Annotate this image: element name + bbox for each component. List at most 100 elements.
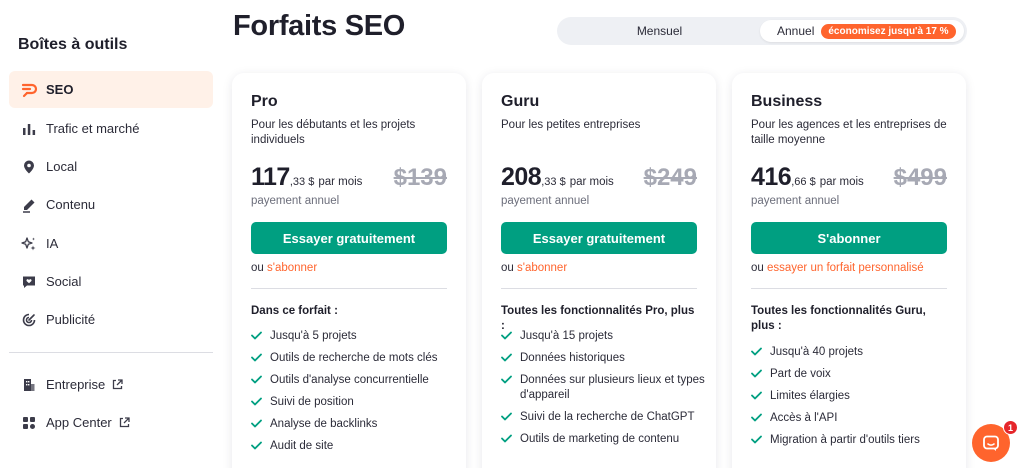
feature-text: Analyse de backlinks <box>270 418 378 430</box>
sidebar: Boîtes à outils SEO Trafic et marché Loc… <box>0 0 222 468</box>
feature-item: Jusqu'à 5 projets <box>251 329 456 344</box>
feature-text: Outils d'analyse concurrentielle <box>270 374 429 386</box>
sparkles-icon <box>20 235 38 253</box>
sidebar-divider <box>9 352 213 353</box>
check-icon <box>751 389 763 404</box>
card-divider <box>251 288 447 289</box>
feature-list: Jusqu'à 40 projets Part de voix Limites él… <box>751 345 956 455</box>
feature-text: Données historiques <box>520 352 625 364</box>
sidebar-item-local[interactable]: Local <box>9 148 213 185</box>
feature-item: Suivi de la recherche de ChatGPT <box>501 410 706 425</box>
card-divider <box>501 288 697 289</box>
feature-item: Part de voix <box>751 367 956 382</box>
price-old: $249 <box>643 164 697 191</box>
external-link-icon <box>119 417 130 428</box>
feature-item: Accès à l'API <box>751 411 956 426</box>
seo-logo-icon <box>20 81 38 99</box>
feature-text: Audit de site <box>270 440 334 452</box>
alt-action: ou s'abonner <box>251 262 317 274</box>
sidebar-item-label: Entreprise <box>46 377 106 392</box>
feature-list: Jusqu'à 15 projets Données historiques Don… <box>501 329 706 454</box>
feature-text: Limites élargies <box>770 390 850 402</box>
feature-text: Outils de recherche de mots clés <box>270 352 438 364</box>
try-free-button[interactable]: Essayer gratuitement <box>251 222 447 254</box>
feature-text: Outils de marketing de contenu <box>520 433 680 445</box>
price-main: 117 <box>251 163 290 191</box>
feature-item: Outils d'analyse concurrentielle <box>251 373 456 388</box>
alt-action: ou essayer un forfait personnalisé <box>751 262 924 274</box>
price-row: 117 ,33 $ par mois $139 <box>251 163 447 193</box>
check-icon <box>751 367 763 382</box>
billing-note: payement annuel <box>751 195 840 207</box>
price-cents: ,33 $ <box>541 176 566 188</box>
alt-prefix: ou <box>251 262 264 274</box>
chat-bubble-icon <box>982 434 1000 452</box>
sidebar-title: Boîtes à outils <box>18 36 128 53</box>
notification-badge: 1 <box>1003 420 1018 435</box>
sidebar-item-label: Social <box>46 274 82 289</box>
custom-plan-link[interactable]: essayer un forfait personnalisé <box>767 262 924 274</box>
sidebar-item-ads[interactable]: Publicité <box>9 301 213 338</box>
feature-text: Jusqu'à 40 projets <box>770 346 863 358</box>
sidebar-item-content[interactable]: Contenu <box>9 186 213 223</box>
sidebar-item-traffic[interactable]: Trafic et marché <box>9 110 213 147</box>
sidebar-item-enterprise[interactable]: Entreprise <box>9 366 213 403</box>
price-cents: ,33 $ <box>289 176 315 188</box>
features-title: Toutes les fonctionnalités Guru, plus : <box>751 305 926 332</box>
sidebar-item-label: Contenu <box>46 197 96 212</box>
sidebar-item-social[interactable]: Social <box>9 263 213 300</box>
price-row: 208 ,33 $ par mois $249 <box>501 163 697 193</box>
check-icon <box>501 329 513 344</box>
price-old: $499 <box>893 164 947 191</box>
plan-card-business: Business Pour les agences et les entrepr… <box>732 73 966 468</box>
check-icon <box>251 329 263 344</box>
price-period: par mois <box>819 176 864 188</box>
try-free-button[interactable]: Essayer gratuitement <box>501 222 697 254</box>
check-icon <box>251 373 263 388</box>
check-icon <box>501 432 513 447</box>
price-cents: ,66 $ <box>791 176 816 188</box>
card-divider <box>751 288 947 289</box>
alt-prefix: ou <box>501 262 514 274</box>
sidebar-item-seo[interactable]: SEO <box>9 71 213 108</box>
feature-text: Jusqu'à 15 projets <box>520 330 613 342</box>
grid-icon <box>20 414 38 432</box>
feature-item: Outils de marketing de contenu <box>501 432 706 447</box>
billing-option-annual-label: Annuel <box>777 24 815 38</box>
sidebar-item-label: SEO <box>46 82 74 97</box>
map-pin-icon <box>20 158 38 176</box>
pen-icon <box>20 196 38 214</box>
subscribe-button[interactable]: S'abonner <box>751 222 947 254</box>
billing-option-annual[interactable]: Annuel économisez jusqu'à 17 % <box>760 20 964 42</box>
billing-toggle: Mensuel Annuel économisez jusqu'à 17 % <box>557 17 967 45</box>
building-icon <box>20 376 38 394</box>
feature-text: Données sur plusieurs lieux et types d'a… <box>520 374 705 401</box>
chat-heart-icon <box>20 273 38 291</box>
page-title: Forfaits SEO <box>233 10 406 42</box>
sidebar-item-label: App Center <box>46 415 112 430</box>
sidebar-item-label: Publicité <box>46 312 96 327</box>
feature-item: Analyse de backlinks <box>251 417 456 432</box>
check-icon <box>751 411 763 426</box>
feature-text: Accès à l'API <box>770 412 838 424</box>
sidebar-item-app-center[interactable]: App Center <box>9 404 213 441</box>
feature-item: Audit de site <box>251 439 456 454</box>
sidebar-item-ia[interactable]: IA <box>9 225 213 262</box>
feature-text: Suivi de position <box>270 396 354 408</box>
price-main: 416 <box>751 163 792 191</box>
plan-card-pro: Pro Pour les débutants et les projets in… <box>232 73 466 468</box>
price-row: 416 ,66 $ par mois $499 <box>751 163 947 193</box>
plan-description: Pour les petites entreprises <box>501 119 641 131</box>
subscribe-link[interactable]: s'abonner <box>517 262 567 274</box>
price-period: par mois <box>318 176 363 188</box>
plan-name: Guru <box>501 93 540 110</box>
subscribe-link[interactable]: s'abonner <box>267 262 317 274</box>
check-icon <box>751 433 763 448</box>
feature-item: Données sur plusieurs lieux et types d'a… <box>501 373 706 403</box>
feature-item: Jusqu'à 40 projets <box>751 345 956 360</box>
check-icon <box>501 373 513 403</box>
plan-card-guru: Guru Pour les petites entreprises 208 ,3… <box>482 73 716 468</box>
feature-item: Suivi de position <box>251 395 456 410</box>
feature-text: Migration à partir d'outils tiers <box>770 434 920 446</box>
billing-option-monthly[interactable]: Mensuel <box>557 17 762 45</box>
